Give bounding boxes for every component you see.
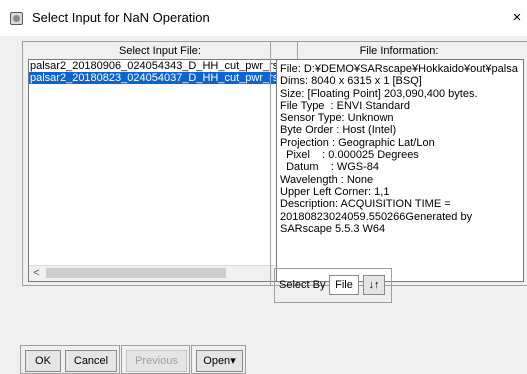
file-info-line: SARscape 5.5.3 W64 — [280, 222, 386, 235]
sort-icon: ↓↑ — [368, 279, 380, 291]
file-info-line: Byte Order : Host (Intel) — [280, 124, 397, 137]
app-icon — [10, 12, 23, 25]
input-file-list[interactable]: palsar2_20180906_024054343_D_HH_cut_pwr_… — [28, 59, 293, 282]
file-info-line: Projection : Geographic Lat/Lon — [280, 136, 435, 149]
file-info-line: Dims: 8040 x 6315 x 1 [BSQ] — [280, 75, 422, 88]
file-info-line: Size: [Floating Point] 203,090,400 bytes… — [280, 87, 478, 100]
file-info-line: Pixel : 0.000025 Degrees — [280, 149, 419, 162]
file-list-item[interactable]: palsar2_20180823_024054037_D_HH_cut_pwr_… — [29, 72, 292, 84]
file-information-text: File: D:¥DEMO¥SARscape¥Hokkaido¥out¥pals… — [276, 59, 524, 282]
file-information-header: File Information: — [359, 45, 439, 57]
sort-order-button[interactable]: ↓↑ — [363, 275, 385, 295]
action-button-group: OK Cancel — [20, 345, 120, 374]
file-information-panel: File Information: File: D:¥DEMO¥SARscape… — [270, 41, 527, 286]
file-info-line: Datum : WGS-84 — [280, 161, 380, 174]
file-info-line: Description: ACQUISITION TIME = — [280, 198, 451, 211]
previous-button-group: Previous — [121, 345, 190, 374]
file-info-line: File Type : ENVI Standard — [280, 99, 411, 112]
window-title: Select Input for NaN Operation — [32, 10, 210, 25]
input-file-panel: Select Input File: palsar2_20180906_0240… — [22, 41, 298, 286]
select-by-label: Select By — [279, 279, 326, 291]
input-file-header: Select Input File: — [119, 45, 201, 57]
file-info-line: 20180823024059.550266Generated by — [280, 210, 473, 223]
file-list-item[interactable]: palsar2_20180906_024054343_D_HH_cut_pwr_… — [29, 60, 292, 72]
file-info-line: Wavelength : None — [280, 173, 374, 186]
select-by-field[interactable]: File — [329, 275, 359, 295]
select-by-group: Select By File ↓↑ — [274, 268, 392, 303]
open-button-label: Open — [203, 355, 231, 367]
scroll-left-arrow-icon[interactable]: < — [29, 266, 44, 281]
cancel-button[interactable]: Cancel — [65, 350, 117, 372]
horizontal-scrollbar[interactable]: < > — [29, 265, 292, 281]
close-button[interactable]: × — [507, 6, 527, 30]
dropdown-arrow-icon: ▾ — [230, 355, 236, 367]
title-bar: Select Input for NaN Operation × — [0, 0, 527, 36]
open-button-group: Open▾ — [191, 345, 246, 374]
file-info-line: Upper Left Corner: 1,1 — [280, 185, 390, 198]
previous-button[interactable]: Previous — [126, 350, 187, 372]
file-info-line: Sensor Type: Unknown — [280, 112, 394, 125]
ok-button[interactable]: OK — [25, 350, 61, 372]
scroll-thumb[interactable] — [46, 268, 226, 278]
file-info-line: File: D:¥DEMO¥SARscape¥Hokkaido¥out¥pals… — [280, 63, 518, 75]
open-button[interactable]: Open▾ — [196, 350, 243, 372]
